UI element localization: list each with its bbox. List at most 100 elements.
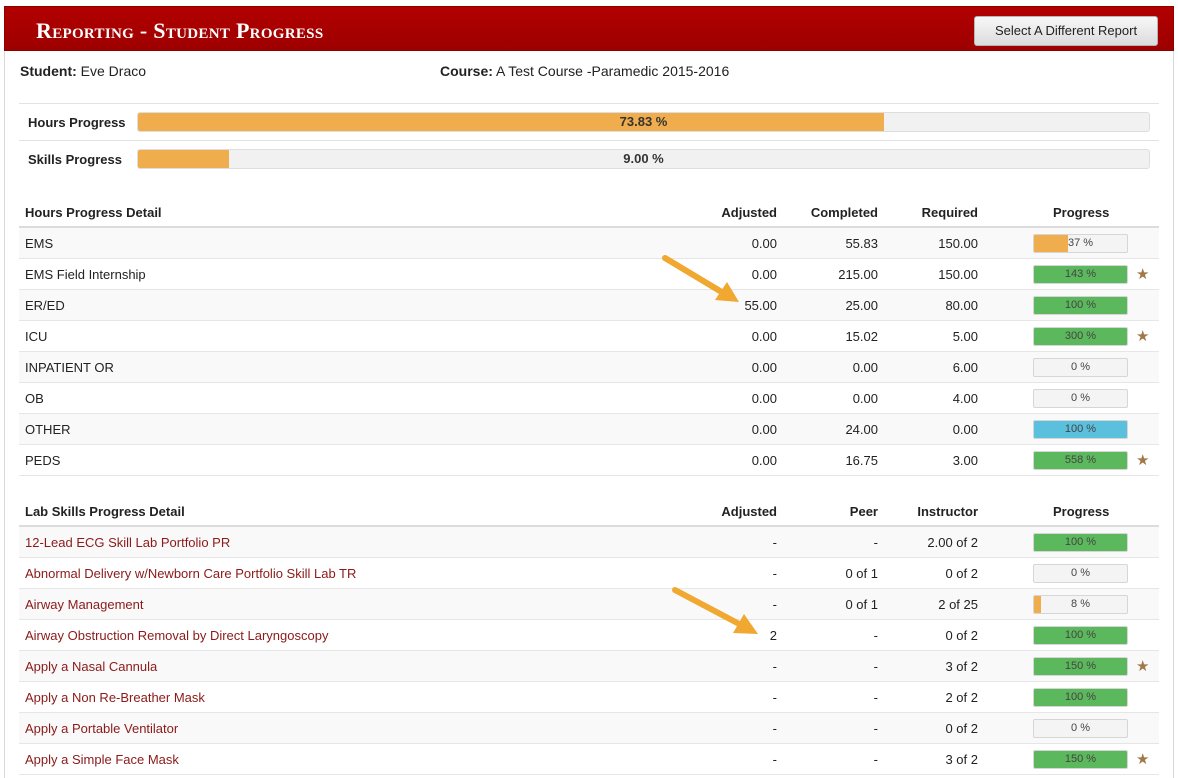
peer-value: 0 of 1	[845, 597, 878, 612]
completed-value: 0.00	[852, 360, 878, 375]
table-row: Airway Management - 0 of 1 2 of 25 8 %	[19, 589, 1159, 620]
required-value: 4.00	[952, 391, 978, 406]
student-info: Student: Eve Draco	[20, 63, 146, 79]
row-progress-text: 143 %	[1064, 268, 1097, 280]
adjusted-value: 0.00	[751, 453, 777, 468]
table-row: INPATIENT OR 0.00 0.00 6.00 0 %	[19, 352, 1159, 383]
hours-category-name: INPATIENT OR	[25, 360, 114, 375]
row-progress-bar: 37 %	[1033, 234, 1128, 253]
hours-category-name: ICU	[25, 329, 48, 344]
row-progress-bar: 558 %	[1033, 451, 1128, 470]
divider	[19, 103, 1159, 104]
peer-value: -	[873, 690, 878, 705]
hours-category-name: ER/ED	[25, 298, 65, 313]
row-progress-bar: 0 %	[1033, 564, 1128, 583]
adjusted-value: 0.00	[751, 267, 777, 282]
star-icon: ★	[1136, 751, 1150, 768]
hours-category-name: EMS	[25, 236, 54, 251]
required-value: 6.00	[952, 360, 978, 375]
row-progress-bar: 100 %	[1033, 626, 1128, 645]
row-progress-text: 100 %	[1064, 691, 1097, 703]
skills-progress-bar: 9.00 %	[137, 149, 1150, 169]
hours-category-name: OB	[25, 391, 44, 406]
hours-progress-bar: 73.83 %	[137, 112, 1150, 132]
skill-name-link[interactable]: Abnormal Delivery w/Newborn Care Portfol…	[25, 558, 356, 589]
row-progress-text: 37 %	[1067, 237, 1094, 249]
hours-detail-table: Hours Progress Detail Adjusted Completed…	[19, 197, 1159, 476]
skills-progress-label: Skills Progress	[28, 152, 122, 167]
adjusted-value: -	[772, 566, 777, 581]
adjusted-value: 0.00	[751, 236, 777, 251]
instructor-value: 0 of 2	[945, 628, 978, 643]
adjusted-value: 0.00	[751, 329, 777, 344]
row-progress-text: 100 %	[1064, 536, 1097, 548]
row-progress-bar: 150 %	[1033, 657, 1128, 676]
skill-name-link[interactable]: 12-Lead ECG Skill Lab Portfolio PR	[25, 527, 230, 558]
table-row: EMS Field Internship 0.00 215.00 150.00 143 …	[19, 259, 1159, 290]
adjusted-value: 0.00	[751, 422, 777, 437]
table-row: 12-Lead ECG Skill Lab Portfolio PR - - 2.00…	[19, 527, 1159, 558]
page-title: Reporting - Student Progress	[36, 18, 324, 43]
row-progress-bar: 100 %	[1033, 296, 1128, 315]
row-progress-text: 8 %	[1071, 598, 1090, 610]
col-adjusted: Adjusted	[721, 205, 777, 220]
adjusted-value: -	[772, 690, 777, 705]
table-row: ER/ED 55.00 25.00 80.00 100 %	[19, 290, 1159, 321]
annotation-arrow	[662, 255, 739, 302]
skill-name-link[interactable]: Airway Management	[25, 589, 144, 620]
hours-progress-label: Hours Progress	[28, 115, 126, 130]
peer-value: -	[873, 535, 878, 550]
skills-detail-table: Lab Skills Progress Detail Adjusted Peer…	[19, 496, 1159, 775]
completed-value: 16.75	[845, 453, 878, 468]
skill-name-link[interactable]: Apply a Nasal Cannula	[25, 651, 157, 682]
peer-value: -	[873, 628, 878, 643]
table-row: Airway Obstruction Removal by Direct Lar…	[19, 620, 1159, 651]
instructor-value: 3 of 2	[945, 752, 978, 767]
table-row: Apply a Simple Face Mask - - 3 of 2 150 % ★	[19, 744, 1159, 775]
adjusted-value: 0.00	[751, 391, 777, 406]
adjusted-value: -	[772, 659, 777, 674]
select-different-report-button[interactable]: Select A Different Report	[974, 16, 1158, 46]
table-row: PEDS 0.00 16.75 3.00 558 % ★	[19, 445, 1159, 476]
adjusted-value: 55.00	[744, 298, 777, 313]
divider	[19, 140, 1159, 141]
star-icon: ★	[1136, 658, 1150, 675]
instructor-value: 2 of 25	[938, 597, 978, 612]
required-value: 3.00	[952, 453, 978, 468]
completed-value: 215.00	[838, 267, 878, 282]
row-progress-bar: 300 %	[1033, 327, 1128, 346]
course-name: A Test Course -Paramedic 2015-2016	[496, 63, 730, 79]
row-progress-bar: 100 %	[1033, 420, 1128, 439]
hours-category-name: OTHER	[25, 422, 71, 437]
table-row: OTHER 0.00 24.00 0.00 100 %	[19, 414, 1159, 445]
row-progress-text: 0 %	[1071, 361, 1090, 373]
adjusted-value: -	[772, 597, 777, 612]
table-row: OB 0.00 0.00 4.00 0 %	[19, 383, 1159, 414]
completed-value: 0.00	[852, 391, 878, 406]
required-value: 5.00	[952, 329, 978, 344]
completed-value: 24.00	[845, 422, 878, 437]
skill-name-link[interactable]: Apply a Simple Face Mask	[25, 744, 179, 775]
skill-name-link[interactable]: Airway Obstruction Removal by Direct Lar…	[25, 620, 328, 651]
row-progress-text: 558 %	[1064, 454, 1097, 466]
star-icon: ★	[1136, 452, 1150, 469]
completed-value: 25.00	[845, 298, 878, 313]
peer-value: 0 of 1	[845, 566, 878, 581]
row-progress-text: 150 %	[1064, 753, 1097, 765]
instructor-value: 0 of 2	[945, 721, 978, 736]
row-progress-bar: 0 %	[1033, 358, 1128, 377]
row-progress-bar: 0 %	[1033, 719, 1128, 738]
peer-value: -	[873, 659, 878, 674]
col-required: Required	[921, 205, 978, 220]
skills-table-header: Lab Skills Progress Detail Adjusted Peer…	[19, 496, 1159, 527]
skill-name-link[interactable]: Apply a Portable Ventilator	[25, 713, 178, 744]
row-progress-bar: 100 %	[1033, 533, 1128, 552]
table-row: EMS 0.00 55.83 150.00 37 %	[19, 228, 1159, 259]
skill-name-link[interactable]: Apply a Non Re-Breather Mask	[25, 682, 205, 713]
peer-value: -	[873, 721, 878, 736]
adjusted-value: 0.00	[751, 360, 777, 375]
required-value: 150.00	[938, 236, 978, 251]
hours-category-name: EMS Field Internship	[25, 267, 146, 282]
row-progress-text: 0 %	[1071, 567, 1090, 579]
completed-value: 55.83	[845, 236, 878, 251]
